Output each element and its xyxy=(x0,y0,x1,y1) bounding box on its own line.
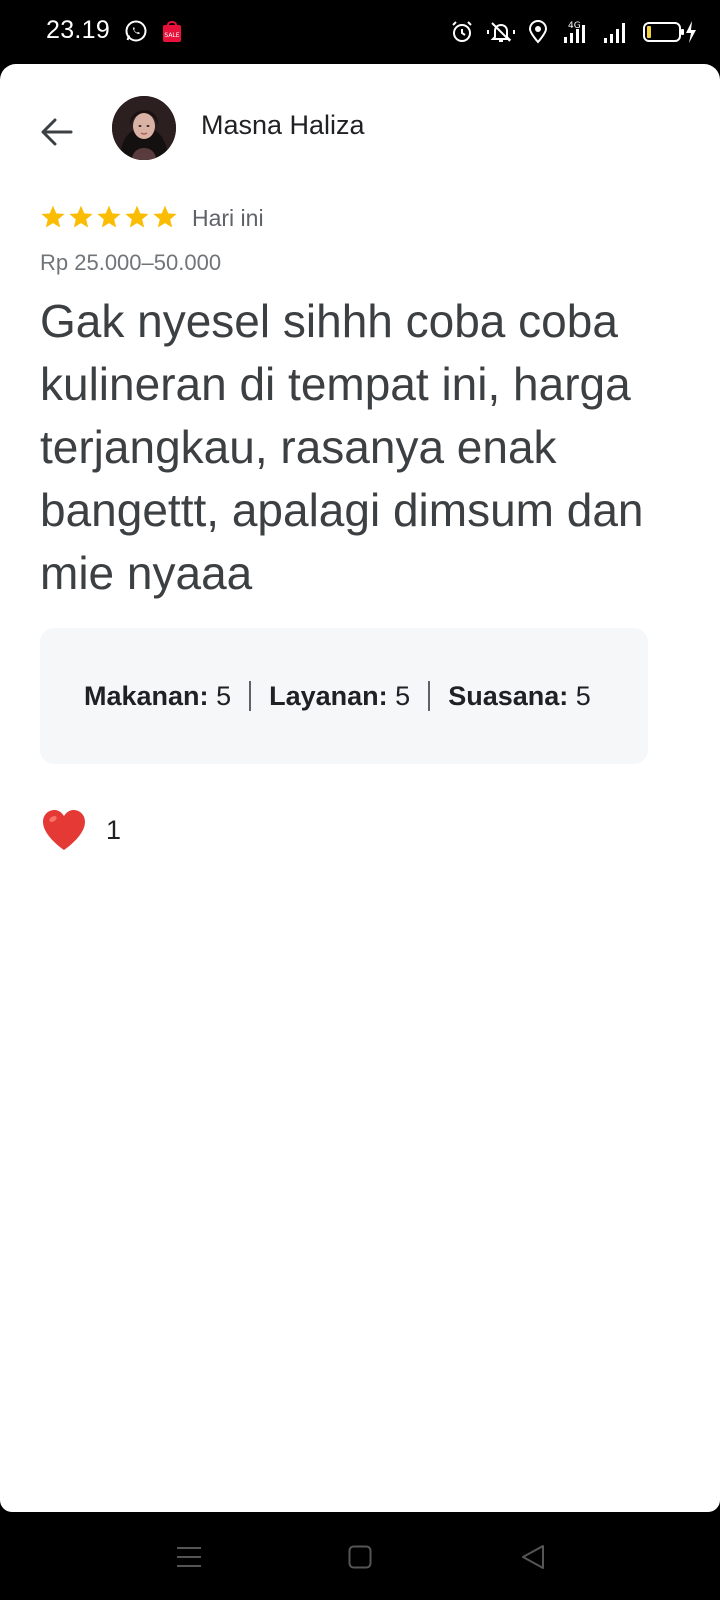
sub-ratings: Makanan: 5 Layanan: 5 Suasana: 5 xyxy=(40,628,648,764)
svg-text:SALE: SALE xyxy=(164,32,179,39)
star-icon xyxy=(41,205,65,228)
rating-label: Layanan: xyxy=(269,680,388,711)
review-text: Gak nyesel sihhh coba coba kulineran di … xyxy=(40,295,644,599)
location-icon xyxy=(528,20,548,44)
rating-value: 5 xyxy=(395,680,411,711)
rating-suasana: Suasana: 5 xyxy=(448,681,591,712)
arrow-left-icon xyxy=(41,118,73,146)
battery-charging-icon xyxy=(643,21,696,43)
status-icons: 4G xyxy=(450,16,698,48)
home-icon xyxy=(348,1545,372,1569)
avatar-image xyxy=(112,96,176,160)
back-triangle-icon xyxy=(522,1545,544,1569)
menu-button[interactable] xyxy=(172,1542,206,1572)
signal-4g-icon: 4G xyxy=(564,21,585,43)
star-rating xyxy=(40,204,178,230)
rating-layanan: Layanan: 5 xyxy=(269,681,410,712)
star-icon xyxy=(153,205,177,228)
star-icon xyxy=(125,205,149,228)
review-sheet: Masna Haliza Hari ini Rp 25.000–50.000 G… xyxy=(0,64,720,1512)
divider xyxy=(249,681,252,711)
rating-makanan: Makanan: 5 xyxy=(84,681,231,712)
status-bar: 23.19 SALE 4G xyxy=(0,0,720,64)
rating-value: 5 xyxy=(216,680,232,711)
home-button[interactable] xyxy=(343,1542,377,1572)
navigation-bar xyxy=(0,1512,720,1600)
heart-icon[interactable] xyxy=(40,808,88,852)
signal-icon xyxy=(604,23,625,43)
like-count: 1 xyxy=(106,814,122,845)
status-time: 23.19 xyxy=(46,16,111,44)
mute-icon xyxy=(487,22,515,42)
rating-label: Makanan: xyxy=(84,680,209,711)
alarm-icon xyxy=(452,21,472,42)
reactions: 1 xyxy=(40,808,121,852)
reviewer-name[interactable]: Masna Haliza xyxy=(201,110,365,141)
shopping-sale-icon: SALE xyxy=(163,21,181,42)
star-icon xyxy=(69,205,93,228)
review-date: Hari ini xyxy=(192,205,264,231)
divider xyxy=(428,681,431,711)
back-nav-button[interactable] xyxy=(516,1542,550,1572)
back-button[interactable] xyxy=(34,110,78,154)
rating-label: Suasana: xyxy=(448,680,569,711)
whatsapp-icon xyxy=(125,20,147,42)
star-icon xyxy=(97,205,121,228)
menu-icon xyxy=(177,1547,201,1567)
price-range: Rp 25.000–50.000 xyxy=(40,250,222,275)
avatar[interactable] xyxy=(112,96,176,160)
rating-value: 5 xyxy=(575,680,591,711)
